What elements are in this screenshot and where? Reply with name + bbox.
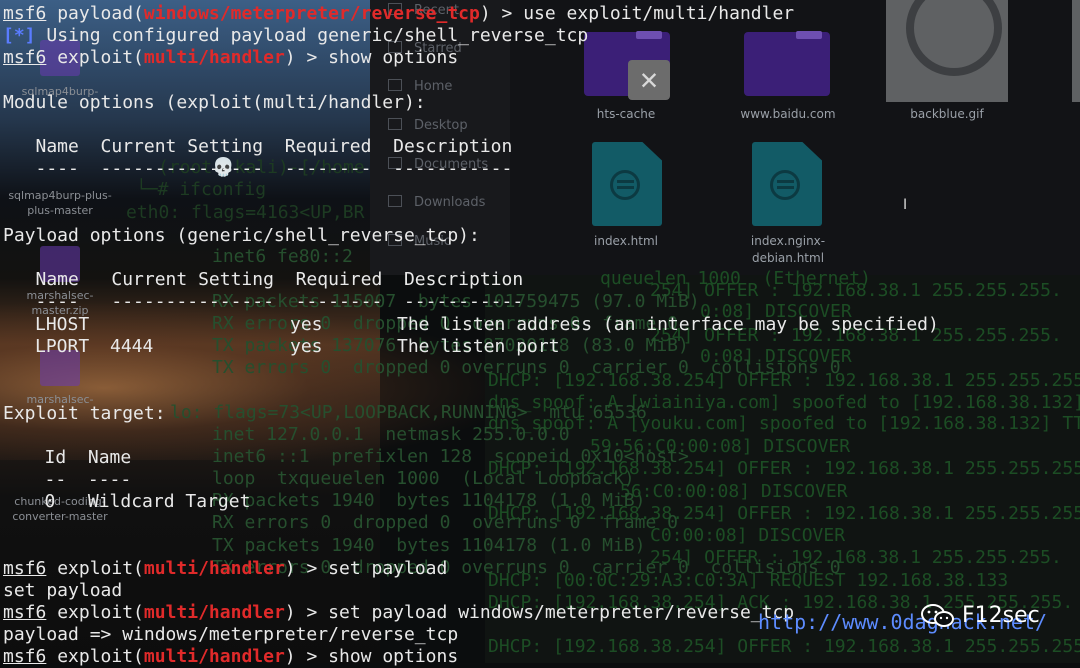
module-path: multi/handler bbox=[143, 558, 285, 579]
option-description: The listen port bbox=[397, 336, 560, 357]
terminal-line: msf6 exploit(multi/handler) > set payloa… bbox=[3, 602, 795, 623]
watermark-brand: F12sec bbox=[962, 603, 1040, 628]
option-required: yes bbox=[290, 314, 323, 335]
prompt: msf6 bbox=[3, 602, 47, 623]
wechat-icon bbox=[921, 604, 954, 627]
module-path: multi/handler bbox=[143, 602, 285, 623]
option-name: LHOST bbox=[35, 314, 90, 335]
terminal-line: [*] Using configured payload generic/she… bbox=[3, 25, 589, 46]
option-required: yes bbox=[290, 336, 323, 357]
table-rule: ---- --------------- -------- ----------… bbox=[3, 158, 513, 179]
section-title: Payload options (generic/shell_reverse_t… bbox=[3, 225, 480, 246]
terminal-line: msf6 exploit(multi/handler) > set payloa… bbox=[3, 558, 448, 579]
option-description: The listen address (an interface may be … bbox=[397, 314, 939, 335]
terminal-line: msf6 exploit(multi/handler) > show optio… bbox=[3, 47, 459, 68]
prompt: msf6 bbox=[3, 558, 47, 579]
terminal-line: msf6 exploit(multi/handler) > show optio… bbox=[3, 646, 459, 667]
option-value: 4444 bbox=[110, 336, 154, 357]
table-header: Id Name bbox=[12, 447, 132, 468]
table-header: Name Current Setting Required Descriptio… bbox=[3, 269, 524, 290]
module-path: multi/handler bbox=[143, 47, 285, 68]
table-row: 0 Wildcard Target bbox=[12, 491, 251, 512]
section-title: Exploit target: bbox=[3, 403, 166, 424]
module-path: multi/handler bbox=[143, 646, 285, 667]
terminal-line: msf6 payload(windows/meterpreter/reverse… bbox=[3, 3, 795, 24]
table-header: Name Current Setting Required Descriptio… bbox=[3, 136, 513, 157]
table-rule: -- ---- bbox=[12, 469, 132, 490]
info-tag: [*] bbox=[3, 25, 36, 46]
msfconsole-terminal[interactable]: msf6 payload(windows/meterpreter/reverse… bbox=[0, 0, 1080, 667]
terminal-output: set payload bbox=[3, 580, 123, 601]
prompt: msf6 bbox=[3, 3, 47, 24]
section-title: Module options (exploit(multi/handler): bbox=[3, 92, 426, 113]
prompt: msf6 bbox=[3, 47, 47, 68]
option-name: LPORT bbox=[35, 336, 90, 357]
terminal-output: payload => windows/meterpreter/reverse_t… bbox=[3, 624, 459, 645]
module-path: windows/meterpreter/reverse_tcp bbox=[143, 3, 480, 24]
table-rule: ---- --------------- -------- ----------… bbox=[3, 291, 524, 312]
prompt: msf6 bbox=[3, 646, 47, 667]
